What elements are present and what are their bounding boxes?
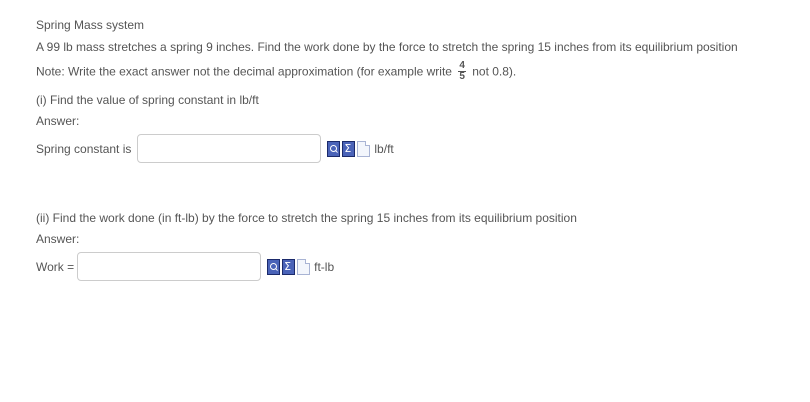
example-fraction: 4 5 [458, 61, 466, 82]
note: Note: Write the exact answer not the dec… [36, 61, 517, 83]
part2-answer-label: Answer: [36, 232, 80, 246]
equation-editor-icon[interactable] [342, 140, 356, 157]
equation-preview-icon[interactable] [327, 140, 341, 157]
equation-editor-icon[interactable] [282, 258, 296, 275]
part1-question: (i) Find the value of spring constant in… [36, 93, 259, 107]
equation-preview-icon[interactable] [267, 258, 281, 275]
spring-constant-label: Spring constant is [36, 141, 132, 156]
part1-answer-row: Spring constant is lb/ft [36, 134, 394, 163]
part2-question: (ii) Find the work done (in ft-lb) by th… [36, 211, 577, 225]
part2-tools [267, 258, 311, 275]
fraction-denominator: 5 [459, 71, 465, 82]
note-suffix: not 0.8). [472, 64, 517, 79]
spring-constant-unit: lb/ft [374, 141, 394, 156]
work-input[interactable] [77, 252, 262, 281]
part1-answer-label: Answer: [36, 114, 80, 128]
part2-answer-row: Work = ft-lb [36, 252, 334, 281]
problem-title: Spring Mass system [36, 18, 145, 32]
spring-constant-input[interactable] [137, 134, 322, 163]
problem-statement: A 99 lb mass stretches a spring 9 inches… [36, 40, 738, 54]
help-document-icon[interactable] [297, 258, 311, 275]
note-prefix: Note: Write the exact answer not the dec… [36, 64, 452, 79]
help-document-icon[interactable] [357, 140, 371, 157]
work-label: Work = [36, 259, 75, 274]
work-unit: ft-lb [314, 259, 335, 274]
part1-tools [327, 140, 371, 157]
